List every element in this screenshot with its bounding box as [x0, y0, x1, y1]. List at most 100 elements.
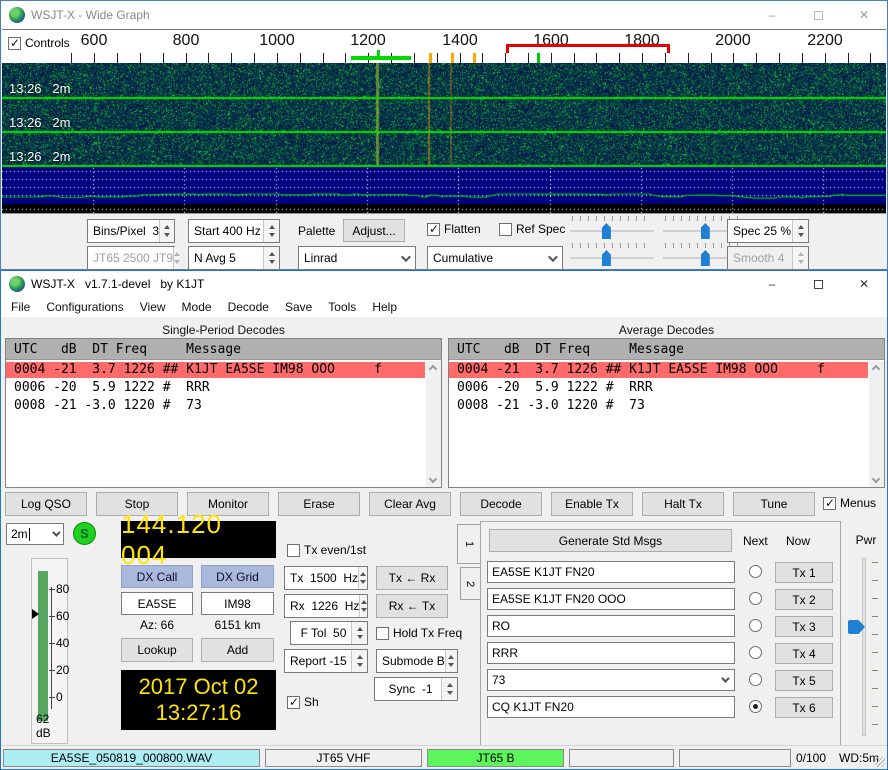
tab-1[interactable]: 1 [457, 524, 481, 564]
halt-tx-button[interactable]: Halt Tx [642, 492, 724, 516]
controls-checkbox-box[interactable] [8, 37, 21, 50]
adjust-button[interactable]: Adjust... [343, 219, 405, 242]
dx-grid-input[interactable]: IM98 [201, 592, 274, 615]
waterfall-display[interactable] [2, 63, 886, 213]
gain-slider-bottom-left[interactable] [570, 243, 654, 267]
report-spinner[interactable]: Report -15 [284, 649, 368, 673]
tx1-now-button[interactable]: Tx 1 [775, 562, 833, 583]
tx2-now-button[interactable]: Tx 2 [775, 589, 833, 610]
average-decodes-title: Average Decodes [448, 323, 885, 338]
main-title: WSJT-X v1.7.1-devel by K1JT [31, 277, 204, 291]
scroll-down-icon[interactable] [872, 475, 880, 483]
tx-even-checkbox[interactable]: Tx even/1st [287, 543, 366, 557]
tab-2[interactable]: 2 [460, 567, 481, 600]
minimize-button[interactable]: – [749, 1, 795, 29]
status-indicator-button[interactable]: S [73, 522, 96, 545]
palette-label: Palette [298, 224, 335, 238]
scroll-up-icon[interactable] [429, 365, 437, 373]
tx2-next-radio[interactable] [749, 592, 762, 605]
tx-freq-marker [506, 44, 670, 47]
decode-row[interactable]: 0004 -21 3.7 1226 ## K1JT EA5SE IM98 OOO… [449, 362, 868, 378]
lookup-button[interactable]: Lookup [121, 638, 193, 662]
scroll-up-icon[interactable] [872, 365, 880, 373]
tx6-now-button[interactable]: Tx 6 [775, 697, 833, 718]
submode-spinner[interactable]: Submode B [376, 649, 458, 673]
log-qso-button[interactable]: Log QSO [5, 492, 87, 516]
decode-row[interactable]: 0006 -20 5.9 1222 # RRR [449, 380, 868, 396]
menu-help[interactable]: Help [364, 298, 405, 316]
dx-grid-label[interactable]: DX Grid [201, 565, 274, 588]
bins-pixel-spinner[interactable]: Bins/Pixel 3 [87, 219, 175, 243]
ref-spec-checkbox[interactable]: Ref Spec [499, 222, 565, 236]
scrollbar[interactable] [426, 361, 441, 487]
rx-freq-spinner[interactable]: Rx 1226 Hz [284, 594, 368, 618]
rx-freq-marker-tick [377, 50, 380, 60]
menus-checkbox[interactable]: Menus [823, 496, 876, 510]
tune-button[interactable]: Tune [733, 492, 815, 516]
display-mode-combo[interactable]: Cumulative [427, 246, 563, 270]
wide-graph-title: WSJT-X - Wide Graph [31, 8, 150, 22]
tx4-message-input[interactable]: RRR [487, 642, 735, 664]
scrollbar[interactable] [869, 361, 884, 487]
minimize-button[interactable]: – [749, 271, 795, 297]
tx1-message-input[interactable]: EA5SE K1JT FN20 [487, 561, 735, 583]
close-button[interactable]: ✕ [841, 1, 887, 29]
gain-slider-top-left[interactable] [570, 216, 654, 240]
spec-percent-spinner[interactable]: Spec 25 % [727, 219, 809, 243]
band-select-combo[interactable]: 2m [6, 523, 64, 545]
maximize-button[interactable] [795, 1, 841, 29]
frequency-scale[interactable]: Controls 6008001000120014001600180020002… [2, 29, 886, 63]
add-button[interactable]: Add [201, 638, 274, 662]
tx5-message-combo[interactable]: 73 [487, 669, 735, 691]
tx1-next-radio[interactable] [749, 565, 762, 578]
erase-button[interactable]: Erase [278, 492, 360, 516]
tx3-message-input[interactable]: RO [487, 615, 735, 637]
waterfall-timestamp: 13:26 2m [9, 149, 70, 164]
sh-checkbox[interactable]: Sh [287, 695, 319, 709]
sync-spinner[interactable]: Sync -1 [374, 677, 458, 701]
decode-row[interactable]: 0004 -21 3.7 1226 ## K1JT EA5SE IM98 OOO… [6, 362, 425, 378]
decode-row[interactable]: 0006 -20 5.9 1222 # RRR [6, 380, 425, 396]
close-button[interactable]: ✕ [841, 271, 887, 297]
scroll-down-icon[interactable] [429, 475, 437, 483]
menu-tools[interactable]: Tools [320, 298, 364, 316]
tx6-next-radio[interactable] [749, 700, 762, 713]
dx-call-label[interactable]: DX Call [121, 565, 193, 588]
decode-row[interactable]: 0008 -21 -3.0 1220 # 73 [449, 398, 868, 414]
tx3-now-button[interactable]: Tx 3 [775, 616, 833, 637]
controls-checkbox[interactable]: Controls [8, 36, 70, 50]
f-tol-spinner[interactable]: F Tol 50 [290, 621, 368, 645]
tx6-message-input[interactable]: CQ K1JT FN20 [487, 696, 735, 718]
start-freq-spinner[interactable]: Start 400 Hz [188, 219, 280, 243]
flatten-checkbox[interactable]: Flatten [427, 222, 481, 236]
tx3-next-radio[interactable] [749, 619, 762, 632]
n-avg-spinner[interactable]: N Avg 5 [188, 246, 280, 270]
maximize-button[interactable] [795, 271, 841, 297]
tx4-now-button[interactable]: Tx 4 [775, 643, 833, 664]
menu-configurations[interactable]: Configurations [38, 298, 131, 316]
tx4-next-radio[interactable] [749, 646, 762, 659]
menu-mode[interactable]: Mode [174, 298, 220, 316]
menu-save[interactable]: Save [277, 298, 320, 316]
generate-std-msgs-button[interactable]: Generate Std Msgs [489, 529, 732, 552]
decode-table-header: UTC dB DT Freq Message [449, 339, 884, 360]
menu-view[interactable]: View [132, 298, 174, 316]
menu-decode[interactable]: Decode [220, 298, 277, 316]
tx2-message-input[interactable]: EA5SE K1JT FN20 OOO [487, 588, 735, 610]
tx-from-rx-button[interactable]: Tx ← Rx [376, 566, 448, 590]
average-decodes-group: Average Decodes UTC dB DT Freq Message 0… [448, 323, 885, 488]
decode-row[interactable]: 0008 -21 -3.0 1220 # 73 [6, 398, 425, 414]
resize-grip[interactable] [875, 757, 885, 767]
hold-tx-freq-checkbox[interactable]: Hold Tx Freq [376, 626, 462, 640]
dx-call-input[interactable]: EA5SE [121, 592, 193, 615]
tx5-now-button[interactable]: Tx 5 [775, 670, 833, 691]
palette-combo[interactable]: Linrad [298, 246, 416, 270]
decode-button[interactable]: Decode [460, 492, 542, 516]
pwr-slider[interactable] [862, 558, 866, 736]
rx-from-tx-button[interactable]: Rx ← Tx [376, 594, 448, 618]
enable-tx-button[interactable]: Enable Tx [551, 492, 633, 516]
clear-avg-button[interactable]: Clear Avg [369, 492, 451, 516]
menu-file[interactable]: File [3, 298, 38, 316]
tx-freq-spinner[interactable]: Tx 1500 Hz [284, 566, 368, 590]
tx5-next-radio[interactable] [749, 673, 762, 686]
